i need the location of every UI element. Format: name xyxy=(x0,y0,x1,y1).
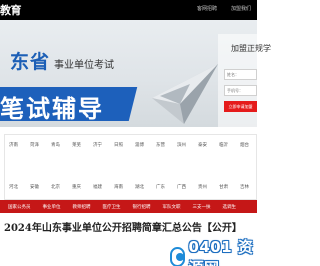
region-link[interactable]: 菏泽 xyxy=(30,142,51,148)
top-header-bar: 教育 客网招聘 加盟我们 xyxy=(0,0,257,20)
region-link[interactable]: 济南 xyxy=(9,142,30,148)
region-link[interactable]: 湖北 xyxy=(135,184,156,190)
region-link[interactable]: 福建 xyxy=(93,184,114,190)
region-link[interactable]: 淄博 xyxy=(135,142,156,148)
region-link[interactable]: 滨州 xyxy=(177,142,198,148)
banner-headline: 笔试辅导 xyxy=(0,94,104,123)
region-link[interactable]: 广西 xyxy=(177,184,198,190)
region-link[interactable]: 安徽 xyxy=(30,184,51,190)
region-link[interactable]: 莱芜 xyxy=(72,142,93,148)
region-link[interactable]: 东营 xyxy=(156,142,177,148)
article-headline[interactable]: 2024年山东事业单位公开招聘简章汇总公告【公开】 xyxy=(4,219,257,234)
region-link[interactable]: 临沂 xyxy=(219,142,240,148)
watermark-text: 0401 资源网 xyxy=(188,238,254,266)
region-link[interactable]: 重庆 xyxy=(72,184,93,190)
region-link[interactable]: 济宁 xyxy=(93,142,114,148)
region-link[interactable]: 贵州 xyxy=(198,184,219,190)
nav-item[interactable]: 银行招聘 xyxy=(133,204,151,210)
nav-item[interactable]: 教师招聘 xyxy=(73,204,91,210)
header-link-join[interactable]: 加盟我们 xyxy=(231,5,251,12)
submit-button[interactable]: 立即申请加盟 xyxy=(224,101,257,112)
nav-item[interactable]: 选调生 xyxy=(223,204,237,210)
region-link[interactable]: 河北 xyxy=(9,184,30,190)
form-title: 加盟正规学 xyxy=(231,44,271,53)
region-link[interactable]: 甘肃 xyxy=(219,184,240,190)
region-link[interactable]: 吉林 xyxy=(240,184,261,190)
region-link[interactable]: 青岛 xyxy=(51,142,72,148)
region-row-1: 济南 菏泽 青岛 莱芜 济宁 日照 淄博 东营 滨州 泰安 临沂 烟台 xyxy=(9,142,261,148)
header-links: 客网招聘 加盟我们 xyxy=(197,5,251,12)
site-logo[interactable]: 教育 xyxy=(0,2,22,18)
paper-plane-icon xyxy=(152,64,218,124)
region-link[interactable]: 泰安 xyxy=(198,142,219,148)
region-link[interactable]: 北京 xyxy=(51,184,72,190)
region-link[interactable]: 海南 xyxy=(114,184,135,190)
region-link[interactable]: 烟台 xyxy=(240,142,261,148)
region-row-2: 河北 安徽 北京 重庆 福建 海南 湖北 广东 广西 贵州 甘肃 吉林 xyxy=(9,184,261,190)
category-nav: 国家公务员 事业单位 教师招聘 医疗卫生 银行招聘 军队文职 三支一扶 选调生 xyxy=(0,200,257,213)
region-link[interactable]: 广东 xyxy=(156,184,177,190)
name-input[interactable] xyxy=(224,69,257,80)
nav-item[interactable]: 医疗卫生 xyxy=(103,204,121,210)
nav-item[interactable]: 三支一扶 xyxy=(193,204,211,210)
watermark: 0401 资源网 xyxy=(170,236,257,266)
header-link-recruit[interactable]: 客网招聘 xyxy=(197,5,217,12)
region-link[interactable]: 日照 xyxy=(114,142,135,148)
banner-title-line: 东省 事业单位考试 xyxy=(10,47,114,74)
banner-subtitle: 事业单位考试 xyxy=(54,60,115,71)
region-box: 济南 菏泽 青岛 莱芜 济宁 日照 淄博 东营 滨州 泰安 临沂 烟台 河北 安… xyxy=(4,134,257,200)
phone-input[interactable] xyxy=(224,85,257,96)
nav-item[interactable]: 军队文职 xyxy=(163,204,181,210)
banner-province: 东省 xyxy=(10,51,51,73)
nav-item[interactable]: 事业单位 xyxy=(43,204,61,210)
globe-icon xyxy=(170,247,186,266)
nav-item[interactable]: 国家公务员 xyxy=(8,204,31,210)
